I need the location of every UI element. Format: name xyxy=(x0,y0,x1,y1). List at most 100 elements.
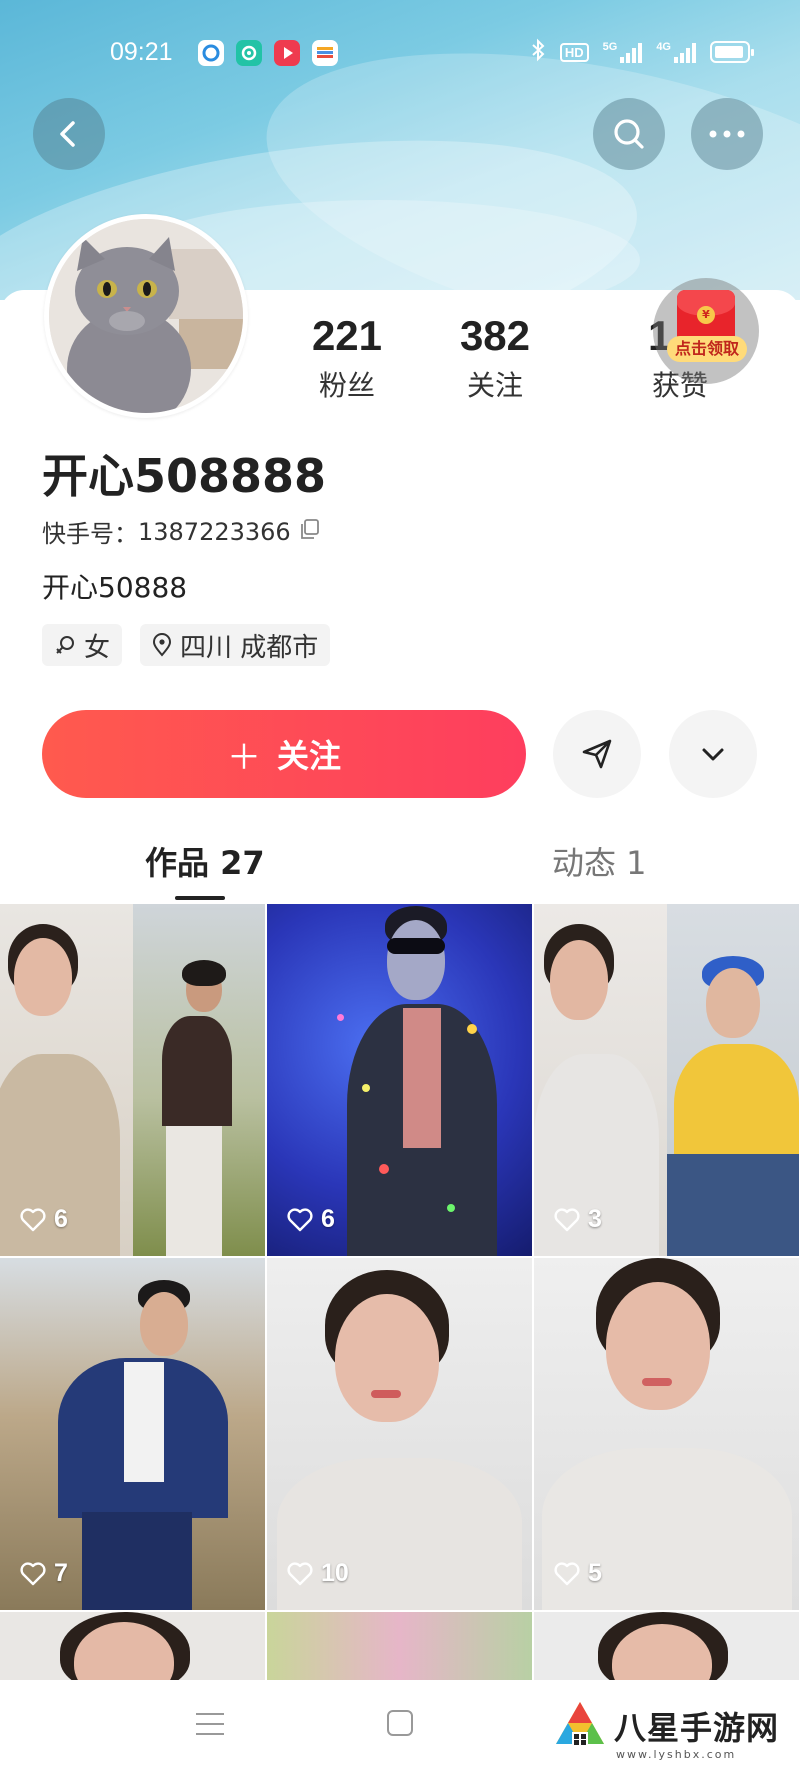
status-time: 09:21 xyxy=(110,38,173,66)
heart-icon xyxy=(20,1561,46,1585)
heart-icon xyxy=(287,1561,313,1585)
coin-icon: ¥ xyxy=(697,306,715,324)
stat-value: 382 xyxy=(459,312,531,359)
gender-label: 女 xyxy=(84,632,111,663)
location-label: 四川 成都市 xyxy=(180,632,319,663)
person-figure xyxy=(706,968,760,1038)
status-indicators: HD 5G 4G xyxy=(530,38,754,66)
video-app-icon xyxy=(274,40,300,66)
person-figure xyxy=(162,1016,232,1126)
person-figure xyxy=(387,920,445,1000)
location-tag: 四川 成都市 xyxy=(140,624,331,666)
expand-button[interactable] xyxy=(669,710,757,798)
heart-icon xyxy=(554,1207,580,1231)
person-figure xyxy=(606,1282,710,1410)
network-type-label: 5G xyxy=(602,41,618,53)
video-thumbnail[interactable]: 6 xyxy=(0,904,265,1256)
kwai-id: 快手号： 1387223366 xyxy=(42,514,321,549)
stat-label: 粉丝 xyxy=(318,369,375,402)
likes-count: 6 xyxy=(20,1205,68,1234)
heart-icon xyxy=(554,1561,580,1585)
follow-button[interactable]: ＋ 关注 xyxy=(42,710,526,798)
back-button[interactable] xyxy=(33,98,105,170)
person-figure xyxy=(124,1362,164,1482)
copy-icon[interactable] xyxy=(299,518,321,546)
person-figure xyxy=(14,938,72,1016)
video-thumbnail[interactable] xyxy=(0,1612,265,1684)
profile-bio: 开心50888 xyxy=(42,571,188,604)
video-thumbnail[interactable]: 10 xyxy=(267,1258,532,1610)
red-packet-button[interactable]: ¥ 点击领取 xyxy=(653,278,759,384)
thumb-background xyxy=(267,1612,532,1684)
tab-active-indicator xyxy=(175,896,225,900)
likes-count: 5 xyxy=(554,1559,602,1588)
search-button[interactable] xyxy=(593,98,665,170)
cat-avatar-image xyxy=(49,219,243,413)
stat-label: 关注 xyxy=(466,369,523,402)
likes-value: 6 xyxy=(54,1205,68,1233)
red-packet-label: 点击领取 xyxy=(667,336,747,362)
more-dots-icon xyxy=(709,130,745,138)
likes-value: 10 xyxy=(321,1559,349,1587)
send-icon xyxy=(582,739,612,769)
gender-tag: 女 xyxy=(42,624,123,666)
signal-icon xyxy=(674,41,696,63)
video-thumbnail[interactable] xyxy=(267,1612,532,1684)
video-thumbnail[interactable]: 6 xyxy=(267,904,532,1256)
watermark-logo-icon xyxy=(556,1702,604,1746)
kwai-id-label: 快手号： xyxy=(42,520,138,548)
home-square-icon[interactable] xyxy=(387,1710,413,1736)
heart-icon xyxy=(20,1207,46,1231)
person-figure xyxy=(335,1294,439,1422)
person-figure xyxy=(403,1008,441,1148)
video-grid: 6 6 3 7 10 5 xyxy=(0,904,800,1684)
person-figure xyxy=(550,940,608,1020)
search-icon xyxy=(614,119,644,149)
video-thumbnail[interactable] xyxy=(534,1612,799,1684)
tab-works[interactable]: 作品 27 xyxy=(145,838,265,884)
location-pin-icon xyxy=(152,633,172,657)
female-icon xyxy=(56,636,74,654)
likes-value: 6 xyxy=(321,1205,335,1233)
video-thumbnail[interactable]: 7 xyxy=(0,1258,265,1610)
likes-value: 3 xyxy=(588,1205,602,1233)
chevron-left-icon xyxy=(60,121,75,147)
tab-moments[interactable]: 动态 1 xyxy=(552,838,647,884)
battery-icon xyxy=(710,41,754,63)
app-notification-icon xyxy=(198,40,224,66)
avatar[interactable] xyxy=(44,214,248,418)
watermark-text: 八星手游网 xyxy=(614,1709,780,1747)
likes-count: 7 xyxy=(20,1559,68,1588)
person-figure xyxy=(182,960,226,986)
video-thumbnail[interactable]: 5 xyxy=(534,1258,799,1610)
video-thumbnail[interactable]: 3 xyxy=(534,904,799,1256)
likes-count: 3 xyxy=(554,1205,602,1234)
sunglasses xyxy=(387,938,445,954)
person-figure xyxy=(371,1390,401,1398)
stat-value: 221 xyxy=(311,312,383,359)
status-bar: 09:21 HD 5G 4G xyxy=(0,28,800,78)
likes-value: 5 xyxy=(588,1559,602,1587)
site-watermark: 八星手游网 www.lyshbx.com xyxy=(552,1698,780,1761)
signal-icon xyxy=(620,41,643,63)
menu-icon[interactable] xyxy=(196,1710,224,1738)
profile-name: 开心508888 xyxy=(42,449,327,503)
stat-following[interactable]: 382 关注 xyxy=(425,312,565,404)
watermark-url: www.lyshbx.com xyxy=(616,1748,737,1761)
signal-4g: 4G xyxy=(656,41,696,63)
hd-badge: HD xyxy=(559,42,589,62)
network-type-label: 4G xyxy=(656,41,671,53)
person-figure xyxy=(140,1292,188,1356)
stat-followers[interactable]: 221 粉丝 xyxy=(277,312,417,404)
wallet-app-icon xyxy=(312,40,338,66)
person-figure xyxy=(642,1378,672,1386)
share-button[interactable] xyxy=(553,710,641,798)
more-button[interactable] xyxy=(691,98,763,170)
bluetooth-icon xyxy=(530,38,546,66)
follow-label: 关注 xyxy=(276,737,341,775)
kwai-id-value: 1387223366 xyxy=(138,517,291,546)
person-figure xyxy=(166,1126,222,1256)
person-figure xyxy=(82,1512,192,1610)
likes-value: 7 xyxy=(54,1559,68,1587)
chevron-down-icon xyxy=(702,748,724,761)
